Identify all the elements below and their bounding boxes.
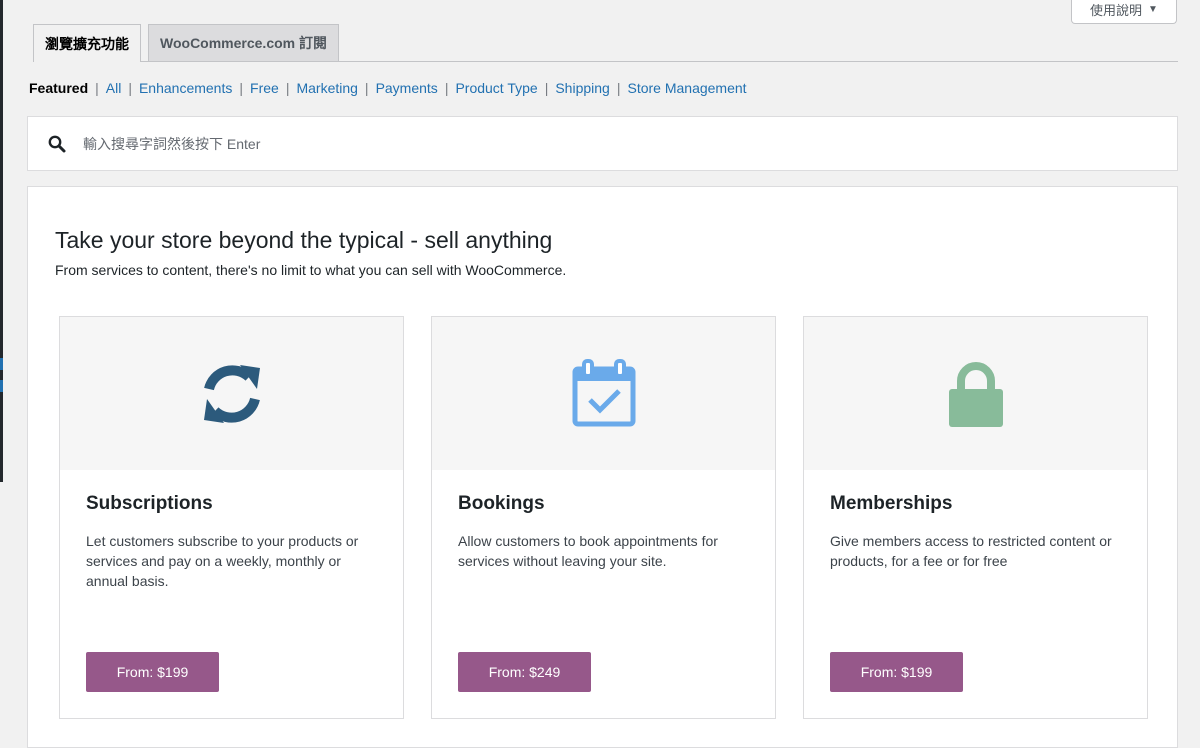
category-product-type[interactable]: Product Type xyxy=(455,80,537,96)
search-box xyxy=(27,116,1178,171)
separator: | xyxy=(95,80,99,96)
card-hero xyxy=(432,317,775,470)
help-tab-button[interactable]: 使用說明 ▼ xyxy=(1071,0,1177,24)
search-input[interactable] xyxy=(81,134,985,153)
admin-sidebar-edge xyxy=(0,0,3,482)
separator: | xyxy=(364,80,369,96)
separator: | xyxy=(444,80,449,96)
card-title: Memberships xyxy=(830,493,953,514)
category-featured[interactable]: Featured xyxy=(29,80,88,96)
lock-icon xyxy=(948,361,1003,427)
bookings-price-button[interactable]: From: $249 xyxy=(458,652,591,692)
product-card-bookings: Bookings Allow customers to book appoint… xyxy=(431,316,776,719)
card-description: Give members access to restricted conten… xyxy=(830,533,1112,569)
category-all[interactable]: All xyxy=(106,80,122,96)
category-enhancements[interactable]: Enhancements xyxy=(139,80,232,96)
memberships-price-button[interactable]: From: $199 xyxy=(830,652,963,692)
separator: | xyxy=(544,80,549,96)
separator: | xyxy=(128,80,132,96)
subscriptions-price-button[interactable]: From: $199 xyxy=(86,652,219,692)
category-store-management[interactable]: Store Management xyxy=(627,80,746,96)
promo-title: Take your store beyond the typical - sel… xyxy=(55,227,553,253)
category-marketing[interactable]: Marketing xyxy=(296,80,357,96)
tab-browse-extensions[interactable]: 瀏覽擴充功能 xyxy=(33,24,141,62)
separator: | xyxy=(239,80,244,96)
promo-subtitle: From services to content, there's no lim… xyxy=(55,262,567,278)
card-hero xyxy=(60,317,403,470)
featured-promo-panel: Take your store beyond the typical - sel… xyxy=(27,186,1178,748)
category-payments[interactable]: Payments xyxy=(376,80,438,96)
card-title: Subscriptions xyxy=(86,493,213,514)
separator: | xyxy=(616,80,621,96)
search-icon xyxy=(48,135,66,152)
separator: | xyxy=(285,80,290,96)
card-description: Allow customers to book appointments for… xyxy=(458,533,718,569)
card-hero xyxy=(804,317,1147,470)
admin-sidebar-indicator xyxy=(0,380,3,392)
product-card-memberships: Memberships Give members access to restr… xyxy=(803,316,1148,719)
category-filter-nav: Featured | All | Enhancements | Free | M… xyxy=(29,78,747,98)
category-shipping[interactable]: Shipping xyxy=(555,80,610,96)
product-card-subscriptions: Subscriptions Let customers subscribe to… xyxy=(59,316,404,719)
help-label: 使用說明 xyxy=(1090,3,1143,18)
card-description: Let customers subscribe to your products… xyxy=(86,533,359,589)
calendar-check-icon xyxy=(572,358,635,426)
caret-down-icon: ▼ xyxy=(1148,4,1158,15)
category-free[interactable]: Free xyxy=(250,80,279,96)
refresh-icon xyxy=(203,364,260,423)
extension-tabs: 瀏覽擴充功能 WooCommerce.com 訂閱 xyxy=(33,24,1178,62)
tab-woocommerce-subscriptions[interactable]: WooCommerce.com 訂閱 xyxy=(148,24,339,61)
admin-sidebar-indicator xyxy=(0,358,3,370)
card-title: Bookings xyxy=(458,493,545,514)
